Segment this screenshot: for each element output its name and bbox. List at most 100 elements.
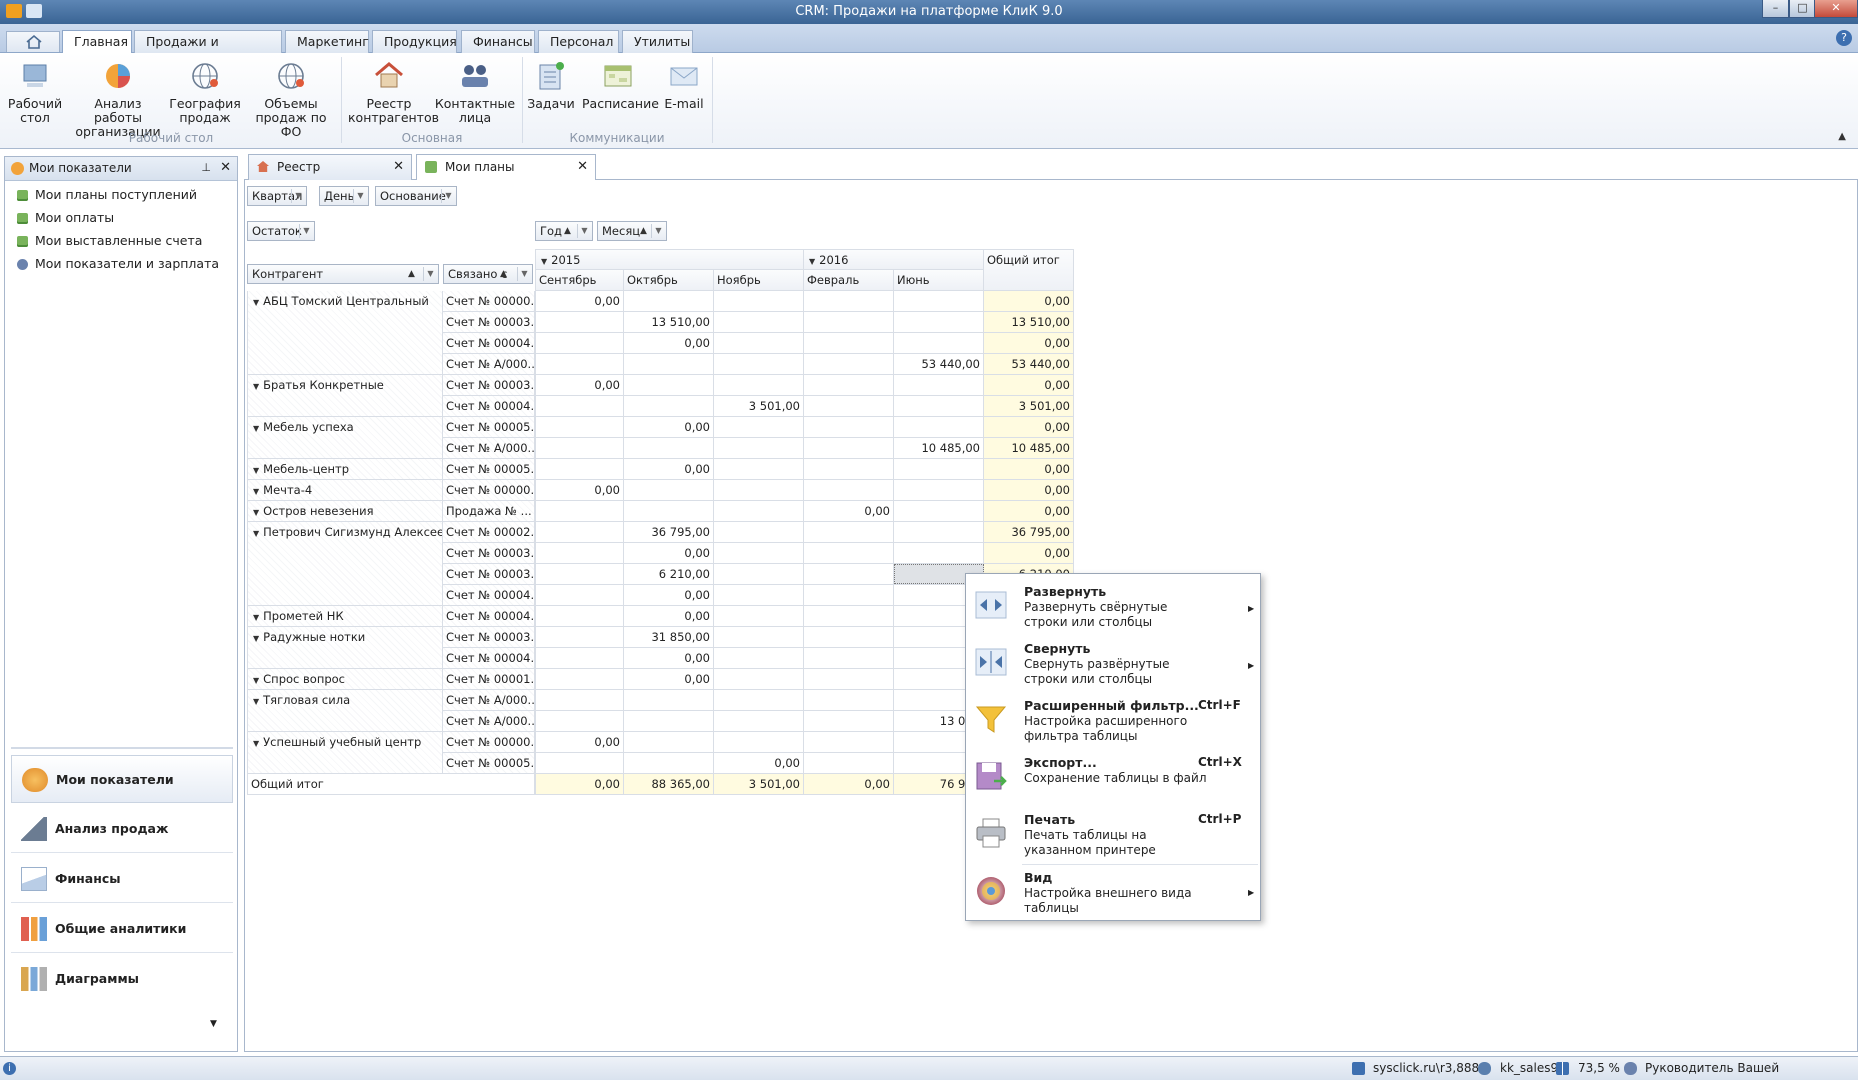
row-total-cell[interactable]: 0,00 (984, 417, 1074, 438)
data-cell[interactable]: 0,00 (624, 648, 714, 669)
data-cell[interactable] (804, 732, 894, 753)
row-linked-doc[interactable]: Счет № 00004... (443, 585, 535, 606)
row-group-header[interactable]: ▼ Мечта-4 (247, 480, 443, 501)
row-linked-doc[interactable]: Счет № 00001... (443, 669, 535, 690)
close-window-button[interactable]: ✕ (1814, 0, 1858, 18)
data-cell[interactable] (894, 417, 984, 438)
nav-finance[interactable]: Финансы (11, 855, 233, 903)
data-cell[interactable] (714, 606, 804, 627)
data-cell[interactable]: 10 485,00 (894, 438, 984, 459)
row-group-header[interactable]: ▼Петрович Сигизмунд Алексеевич (247, 522, 443, 606)
tab-products[interactable]: Продукция (372, 30, 457, 53)
row-linked-doc[interactable]: Счет № 00003... (443, 375, 535, 396)
tab-sales-docs[interactable]: Продажи и документы (134, 30, 282, 70)
data-cell[interactable]: 36 795,00 (624, 522, 714, 543)
data-cell[interactable] (535, 564, 624, 585)
menu-item-view[interactable]: Вид Настройка внешнего вида таблицы ▶ (966, 866, 1260, 916)
doc-tab-registry[interactable]: Реестр контрагентов✕ (248, 154, 412, 198)
data-cell[interactable] (894, 501, 984, 522)
data-cell[interactable] (714, 375, 804, 396)
pin-icon[interactable]: ⊥ (201, 157, 211, 179)
tasks-button[interactable]: Задачи (526, 59, 576, 111)
menu-item-print[interactable]: Печать Печать таблицы на указанном принт… (966, 806, 1260, 862)
data-cell[interactable] (894, 291, 984, 312)
data-cell[interactable]: 0,00 (624, 543, 714, 564)
row-total-cell[interactable]: 0,00 (984, 459, 1074, 480)
col-field-year[interactable]: Год ▲ ▼ (535, 221, 593, 241)
data-cell[interactable] (624, 711, 714, 732)
menu-item-expand[interactable]: Развернуть Развернуть свёрнутые строки и… (966, 578, 1260, 634)
data-cell[interactable] (535, 585, 624, 606)
row-linked-doc[interactable]: Счет № 00003... (443, 564, 535, 585)
row-group-header[interactable]: ▼ Остров невезения (247, 501, 443, 522)
nav-diagrams[interactable]: Диаграммы (11, 955, 233, 1003)
data-cell[interactable]: 0,00 (535, 732, 624, 753)
filter-field-day[interactable]: День ▼ (319, 186, 369, 206)
counterparty-registry-button[interactable]: Реестр контрагентов (348, 59, 439, 125)
data-cell[interactable] (714, 711, 804, 732)
data-cell[interactable]: 31 850,00 (624, 627, 714, 648)
filter-field-basis[interactable]: Основание ▼ (375, 186, 457, 206)
help-icon[interactable]: ? (1836, 30, 1852, 46)
row-linked-doc[interactable]: Счет № А/000... (443, 354, 535, 375)
maximize-button[interactable]: □ (1789, 0, 1816, 18)
data-cell[interactable] (535, 396, 624, 417)
row-total-cell[interactable]: 0,00 (984, 543, 1074, 564)
row-linked-doc[interactable]: Счет № 00002... (443, 522, 535, 543)
email-button[interactable]: E-mail (660, 59, 708, 111)
data-cell[interactable] (535, 354, 624, 375)
row-total-cell[interactable]: 53 440,00 (984, 354, 1074, 375)
data-cell[interactable] (894, 480, 984, 501)
row-total-cell[interactable]: 0,00 (984, 501, 1074, 522)
close-tab-icon[interactable]: ✕ (577, 155, 588, 179)
data-cell[interactable] (714, 459, 804, 480)
row-total-cell[interactable]: 0,00 (984, 333, 1074, 354)
data-cell[interactable] (535, 522, 624, 543)
data-cell[interactable] (804, 606, 894, 627)
collapse-ribbon-icon[interactable]: ▲ (1838, 131, 1846, 142)
row-linked-doc[interactable]: Счет № 00004... (443, 396, 535, 417)
data-cell[interactable] (535, 312, 624, 333)
row-total-cell[interactable]: 10 485,00 (984, 438, 1074, 459)
row-linked-doc[interactable]: Продажа № ... (443, 501, 535, 522)
data-cell[interactable] (624, 501, 714, 522)
data-cell[interactable]: 53 440,00 (894, 354, 984, 375)
data-cell[interactable]: 0,00 (624, 606, 714, 627)
data-cell[interactable] (535, 648, 624, 669)
data-cell[interactable] (714, 333, 804, 354)
row-group-header[interactable]: ▼ Мебель-центр (247, 459, 443, 480)
tab-utilities[interactable]: Утилиты (622, 30, 693, 53)
data-cell[interactable]: 0,00 (804, 501, 894, 522)
data-cell[interactable]: 0,00 (624, 585, 714, 606)
data-cell[interactable] (535, 417, 624, 438)
data-cell[interactable] (804, 585, 894, 606)
data-cell[interactable] (714, 690, 804, 711)
row-field-linked[interactable]: Связано с ▲ ▼ (443, 264, 533, 284)
data-cell[interactable] (535, 711, 624, 732)
data-cell[interactable] (624, 690, 714, 711)
row-linked-doc[interactable]: Счет № А/000... (443, 711, 535, 732)
data-cell[interactable] (714, 585, 804, 606)
row-group-header[interactable]: ▼ Тягловая сила (247, 690, 443, 732)
data-cell[interactable]: 0,00 (535, 480, 624, 501)
info-icon[interactable]: i (3, 1062, 16, 1075)
data-cell[interactable]: 0,00 (535, 291, 624, 312)
org-analysis-button[interactable]: Анализ работы организации (72, 59, 164, 139)
year-header-2015[interactable]: ▼ 2015 (535, 249, 804, 270)
row-linked-doc[interactable]: Счет № 00004... (443, 606, 535, 627)
menu-item-collapse[interactable]: Свернуть Свернуть развёрнутые строки или… (966, 635, 1260, 691)
row-group-header[interactable]: ▼ АБЦ Томский Центральный (247, 291, 443, 375)
menu-item-advanced-filter[interactable]: Расширенный фильтр... Настройка расширен… (966, 692, 1260, 748)
data-cell[interactable] (535, 690, 624, 711)
contacts-button[interactable]: Контактные лица (434, 59, 516, 125)
data-field-balance[interactable]: Остаток ▼ (247, 221, 315, 241)
row-group-header[interactable]: ▼ Радужные нотки (247, 627, 443, 669)
data-cell[interactable] (535, 501, 624, 522)
row-linked-doc[interactable]: Счет № 00005... (443, 459, 535, 480)
data-cell[interactable] (714, 648, 804, 669)
data-cell[interactable] (624, 396, 714, 417)
nav-general-analytics[interactable]: Общие аналитики (11, 905, 233, 953)
data-cell[interactable]: 0,00 (714, 753, 804, 774)
doc-tab-income-plans[interactable]: Мои планы поступлений✕ (416, 154, 596, 198)
data-cell[interactable] (894, 459, 984, 480)
